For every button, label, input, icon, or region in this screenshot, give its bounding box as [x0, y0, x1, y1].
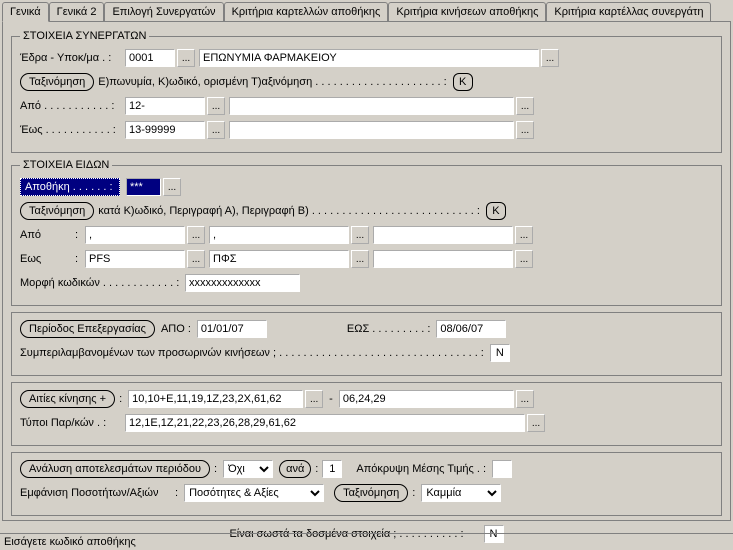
temp-moves-label: Συμπεριλαμβανομένων των προσωρινών κινήσ…: [20, 347, 484, 359]
items-from-3[interactable]: [373, 226, 513, 244]
causes-input-1[interactable]: [128, 390, 303, 408]
items-legend: ΣΤΟΙΧΕΙΑ ΕΙΔΩΝ: [20, 159, 112, 171]
items-from-1-lookup[interactable]: ...: [187, 226, 205, 244]
items-to-1[interactable]: [85, 250, 185, 268]
per-input[interactable]: [322, 460, 342, 478]
items-to-2-lookup[interactable]: ...: [351, 250, 369, 268]
causes-1-lookup[interactable]: ...: [305, 390, 323, 408]
period-from-label: ΑΠΟ :: [161, 323, 191, 335]
status-bar: Εισάγετε κωδικό αποθήκης: [0, 533, 733, 550]
items-group: ΣΤΟΙΧΕΙΑ ΕΙΔΩΝ Αποθήκη . . . . . . : ...…: [11, 159, 722, 306]
period-button[interactable]: Περίοδος Επεξεργασίας: [20, 320, 155, 338]
format-label: Μορφή κωδικών . . . . . . . . . . . . :: [20, 277, 185, 289]
tab-partners[interactable]: Επιλογή Συνεργατών: [104, 2, 223, 21]
items-from-label: Από: [20, 229, 75, 241]
analysis-sort-select[interactable]: Καμμία: [421, 484, 501, 502]
edra-name-input[interactable]: [199, 49, 539, 67]
items-to-2[interactable]: [209, 250, 349, 268]
items-from-2-lookup[interactable]: ...: [351, 226, 369, 244]
partners-from-desc[interactable]: [229, 97, 514, 115]
tab-stock-moves[interactable]: Κριτήρια κινήσεων αποθήκης: [388, 2, 546, 21]
partners-to-input[interactable]: [125, 121, 205, 139]
partners-sort-value[interactable]: Κ: [453, 73, 473, 91]
items-to-label: Εως: [20, 253, 75, 265]
doc-types-label: Τύποι Παρ/κών . :: [20, 417, 125, 429]
tab-content: ΣΤΟΙΧΕΙΑ ΣΥΝΕΡΓΑΤΩΝ Έδρα - Υποκ/μα . : .…: [2, 21, 731, 521]
partners-sort-button[interactable]: Ταξινόμηση: [20, 73, 94, 91]
analysis-select[interactable]: Όχι: [223, 460, 273, 478]
items-sort-value[interactable]: Κ: [486, 202, 506, 220]
hide-avg-input[interactable]: [492, 460, 512, 478]
partners-group: ΣΤΟΙΧΕΙΑ ΣΥΝΕΡΓΑΤΩΝ Έδρα - Υποκ/μα . : .…: [11, 30, 722, 153]
partners-to-desc[interactable]: [229, 121, 514, 139]
tab-partner-card[interactable]: Κριτήρια καρτέλλας συνεργάτη: [546, 2, 711, 21]
tab-bar: Γενικά Γενικά 2 Επιλογή Συνεργατών Κριτή…: [0, 0, 733, 21]
temp-moves-input[interactable]: [490, 344, 510, 362]
items-sort-text: κατά Κ)ωδικό, Περιγραφή Α), Περιγραφή Β)…: [98, 205, 480, 217]
doc-types-input[interactable]: [125, 414, 525, 432]
causes-group: Αιτίες κίνησης + : ... - ... Τύποι Παρ/κ…: [11, 382, 722, 446]
edra-code-input[interactable]: [125, 49, 175, 67]
causes-button[interactable]: Αιτίες κίνησης +: [20, 390, 115, 408]
partners-legend: ΣΤΟΙΧΕΙΑ ΣΥΝΕΡΓΑΤΩΝ: [20, 30, 149, 42]
format-input[interactable]: [185, 274, 300, 292]
per-button[interactable]: ανά: [279, 460, 311, 478]
tab-general2[interactable]: Γενικά 2: [49, 2, 105, 21]
qty-select[interactable]: Ποσότητες & Αξίες: [184, 484, 324, 502]
causes-input-2[interactable]: [339, 390, 514, 408]
items-to-3[interactable]: [373, 250, 513, 268]
partners-from-label: Από . . . . . . . . . . . :: [20, 100, 125, 112]
tab-general[interactable]: Γενικά: [2, 2, 49, 22]
period-from-input[interactable]: [197, 320, 267, 338]
causes-2-lookup[interactable]: ...: [516, 390, 534, 408]
items-sort-button[interactable]: Ταξινόμηση: [20, 202, 94, 220]
edra-code-lookup[interactable]: ...: [177, 49, 195, 67]
edra-name-lookup[interactable]: ...: [541, 49, 559, 67]
items-from-1[interactable]: [85, 226, 185, 244]
analysis-group: Ανάλυση αποτελεσμάτων περιόδου : Όχι ανά…: [11, 452, 722, 516]
doc-types-lookup[interactable]: ...: [527, 414, 545, 432]
items-to-3-lookup[interactable]: ...: [515, 250, 533, 268]
warehouse-label: Αποθήκη . . . . . . :: [20, 178, 120, 196]
period-to-input[interactable]: [436, 320, 506, 338]
items-to-1-lookup[interactable]: ...: [187, 250, 205, 268]
qty-label: Εμφάνιση Ποσοτήτων/Αξιών: [20, 487, 175, 499]
partners-from-input[interactable]: [125, 97, 205, 115]
edra-label: Έδρα - Υποκ/μα . :: [20, 52, 125, 64]
analysis-button[interactable]: Ανάλυση αποτελεσμάτων περιόδου: [20, 460, 210, 478]
partners-to-desc-lookup[interactable]: ...: [516, 121, 534, 139]
items-from-3-lookup[interactable]: ...: [515, 226, 533, 244]
period-group: Περίοδος Επεξεργασίας ΑΠΟ : ΕΩΣ . . . . …: [11, 312, 722, 376]
items-from-2[interactable]: [209, 226, 349, 244]
partners-from-lookup[interactable]: ...: [207, 97, 225, 115]
partners-to-lookup[interactable]: ...: [207, 121, 225, 139]
partners-sort-text: Ε)πωνυμία, Κ)ωδικό, ορισμένη Τ)αξινόμηση…: [98, 76, 446, 88]
tab-stock-cards[interactable]: Κριτήρια καρτελλών αποθήκης: [224, 2, 389, 21]
analysis-sort-button[interactable]: Ταξινόμηση: [334, 484, 408, 502]
period-to-label: ΕΩΣ . . . . . . . . . :: [347, 323, 430, 335]
hide-avg-label: Απόκρυψη Μέσης Τιμής . :: [356, 463, 486, 475]
partners-from-desc-lookup[interactable]: ...: [516, 97, 534, 115]
warehouse-input[interactable]: [126, 178, 161, 196]
partners-to-label: Έως . . . . . . . . . . . :: [20, 124, 125, 136]
warehouse-lookup[interactable]: ...: [163, 178, 181, 196]
